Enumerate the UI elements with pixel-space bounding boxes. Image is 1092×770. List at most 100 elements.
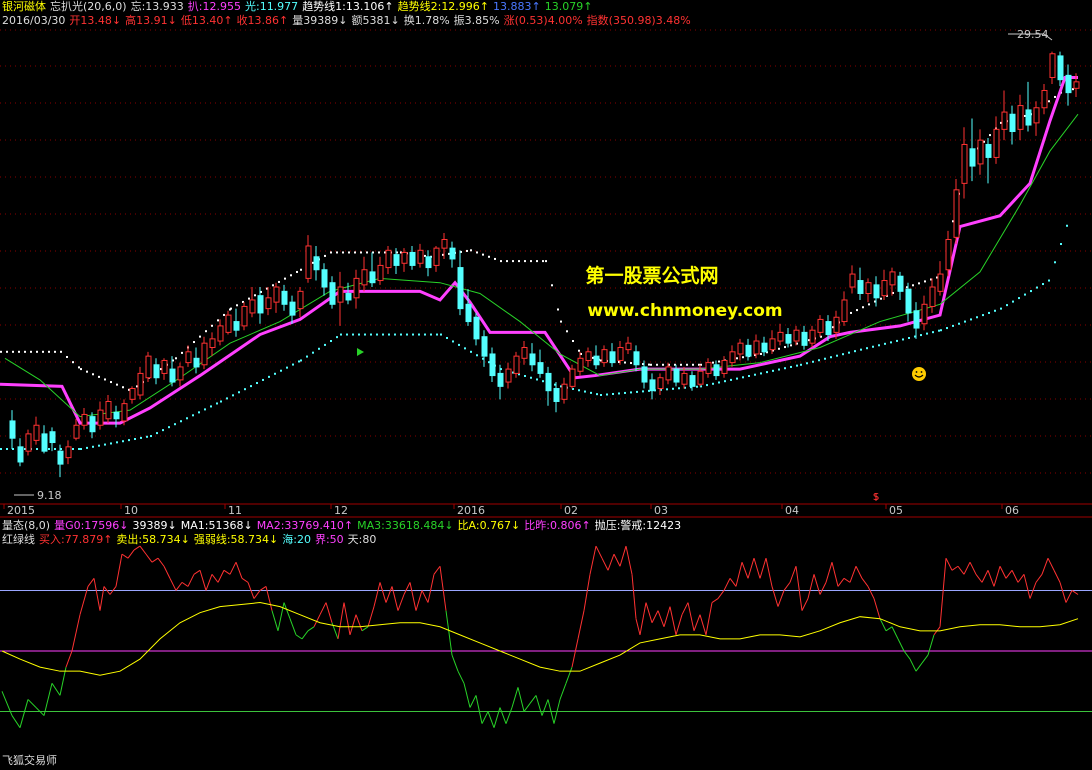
buy-segment [403,582,411,595]
candle-down [369,271,376,284]
line-guang-dot [542,380,544,383]
sell-segment [505,707,513,724]
line-guang-dot [952,324,954,327]
line-wang-dot [488,255,490,258]
buy-segment [187,574,195,587]
line-guang-dot [54,448,56,451]
axis-label: 2015 [7,504,35,517]
line-wang-dot [760,352,762,355]
candle-down [193,357,200,368]
line-guang-dot [134,438,136,441]
line-wang-dot [545,260,547,263]
time-axis: 2015 10 11 12 2016 02 03 04 05 06 [3,504,1019,517]
line-guang-dot [1036,286,1038,289]
line-wang-dot [736,357,738,360]
buy-segment [819,582,827,595]
sell-segment [481,711,489,724]
line-guang-dot [624,391,626,394]
candle-down [113,411,120,420]
candle-up [865,282,872,294]
buy-segment [193,569,201,575]
line-guang-dot [204,408,206,411]
candle-up [561,383,568,400]
line-wang-dot [86,370,88,373]
candle-down [609,351,616,364]
line-wang-dot [790,344,792,347]
sell-segment [541,699,549,716]
sell-segment [11,715,21,728]
candle-up [185,351,192,364]
line-guang-dot [796,364,798,367]
buy-segment [1035,574,1043,583]
candle-up [929,286,936,307]
candle-down [825,321,832,336]
buy-segment [65,650,73,668]
redgreen-panel [0,545,1092,728]
strength-line [1,602,1079,676]
stock-chart[interactable]: 2015 10 11 12 2016 02 03 04 05 06 第一股票公式网 www.chn… [0,0,1092,770]
buy-segment [325,602,333,623]
line-guang-dot [596,393,598,396]
line-wang-dot [278,280,280,283]
candle-up [129,388,136,400]
candle-up [817,318,824,333]
buy-segment [837,578,845,587]
line-wang-dot [712,361,714,364]
buy-segment [175,582,183,591]
buy-segment [169,578,177,591]
buy-segment [759,558,767,579]
line-wang-dot [324,254,326,257]
axis-label: 06 [1005,504,1019,517]
candle-up [297,290,304,310]
line-guang-dot [524,375,526,378]
line-wang-dot [989,134,991,137]
candle-down [169,368,176,383]
line-wang-dot [518,260,520,263]
line-wang-dot [868,303,870,306]
line-guang-dot [800,363,802,366]
line-wang-dot [72,361,74,364]
line-guang-dot [104,443,106,446]
sell-segment [523,703,531,712]
line-wang-dot [366,251,368,254]
line-guang-dot [458,343,460,346]
buy-segment [253,590,261,599]
buy-segment [619,545,627,567]
line-guang-dot [406,333,408,336]
indicator-lines [0,76,1079,451]
line-guang-dot [584,390,586,393]
line-guang-dot [994,309,996,312]
line-wang-dot [42,350,44,353]
line-guang-dot [600,394,602,397]
candle-down [233,321,240,331]
buy-segment [765,558,773,587]
buy-segment [843,577,851,583]
buy-segment [675,614,683,635]
buy-segment [855,566,863,579]
buy-segment [163,566,171,579]
line-guang-dot [760,372,762,375]
candle-up [305,245,312,279]
line-wang-dot [686,363,688,366]
line-wang-dot [116,383,118,386]
line-wang-dot [512,260,514,263]
buy-segment [957,565,965,575]
line-guang-dot [736,377,738,380]
buy-segment [645,602,653,623]
line-guang-dot [806,362,808,365]
buy-segment [711,598,719,603]
candle-down [1057,55,1064,81]
candle-up [961,143,968,184]
line-guang-dot [476,354,478,357]
buy-segment [693,614,701,631]
buy-segment [795,566,803,611]
line-guang-dot [48,448,50,451]
sell-segment [451,654,459,672]
line-wang-dot [330,251,332,254]
line-wang-dot [680,363,682,366]
buy-segment [945,557,953,571]
line-wang-dot [360,251,362,254]
buy-segment [657,610,665,627]
line-guang-dot [748,375,750,378]
buy-segment [337,602,345,639]
